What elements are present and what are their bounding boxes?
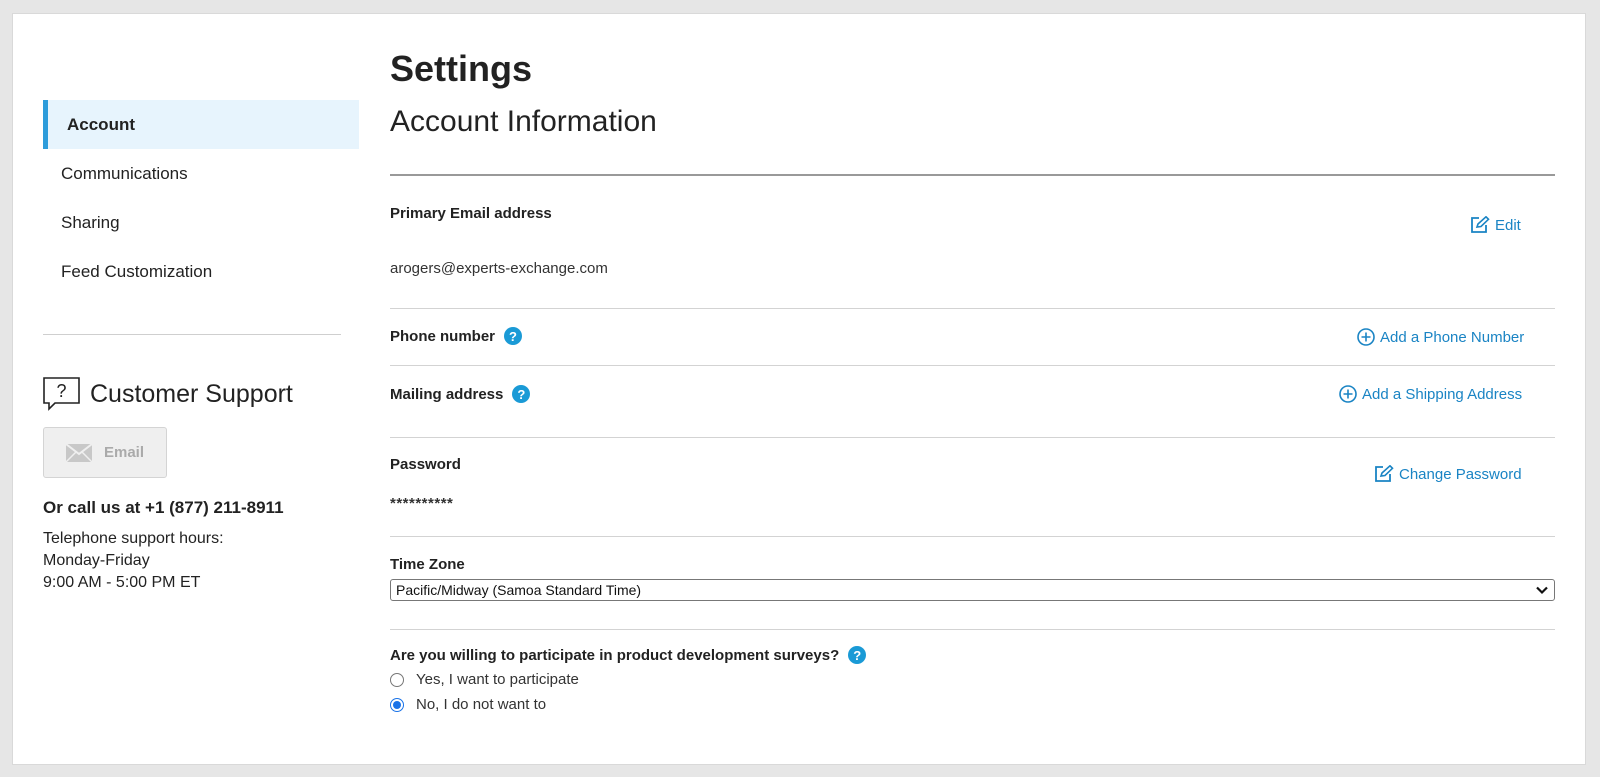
radio-button[interactable]	[390, 672, 404, 687]
sidebar-item-label: Communications	[61, 163, 188, 183]
hours-days: Monday-Friday	[43, 552, 150, 569]
sidebar-item-account[interactable]: Account	[43, 100, 359, 149]
help-icon[interactable]: ?	[512, 385, 531, 403]
mailing-label: Mailing address	[390, 385, 504, 403]
customer-support-heading: ? Customer Support	[43, 377, 293, 411]
add-phone-label: Add a Phone Number	[1380, 328, 1525, 346]
sidebar-item-communications[interactable]: Communications	[43, 149, 359, 198]
mailing-label-row: Mailing address ?	[390, 385, 531, 403]
sidebar-item-label: Sharing	[61, 212, 120, 232]
sidebar-item-label: Feed Customization	[61, 261, 213, 281]
divider	[390, 629, 1555, 630]
question-bubble-icon: ?	[43, 377, 80, 411]
email-label: Primary Email address	[390, 205, 552, 222]
svg-text:?: ?	[56, 381, 66, 401]
timezone-select[interactable]: Pacific/Midway (Samoa Standard Time)	[390, 579, 1555, 601]
add-shipping-label: Add a Shipping Address	[1362, 385, 1523, 403]
help-icon[interactable]: ?	[504, 327, 523, 345]
sidebar-item-label: Account	[67, 114, 135, 134]
survey-question: Are you willing to participate in produc…	[390, 646, 840, 664]
divider	[390, 308, 1555, 309]
edit-label: Edit	[1495, 216, 1521, 234]
change-password-label: Change Password	[1399, 465, 1522, 483]
edit-icon	[1471, 216, 1490, 233]
sidebar-divider	[43, 334, 341, 335]
add-phone-button[interactable]: Add a Phone Number	[1357, 328, 1524, 346]
sidebar-nav: Account Communications Sharing Feed Cust…	[43, 100, 359, 296]
hours-time: 9:00 AM - 5:00 PM ET	[43, 574, 201, 591]
divider	[390, 536, 1555, 537]
survey-option-no[interactable]: No, I do not want to	[390, 696, 546, 713]
sidebar-item-feed-customization[interactable]: Feed Customization	[43, 247, 359, 296]
sidebar-item-sharing[interactable]: Sharing	[43, 198, 359, 247]
support-phone: Or call us at +1 (877) 211-8911	[43, 498, 284, 517]
timezone-label: Time Zone	[390, 556, 465, 573]
page-title: Settings	[390, 48, 533, 89]
section-divider	[390, 174, 1555, 176]
help-icon[interactable]: ?	[848, 646, 867, 664]
edit-icon	[1375, 465, 1394, 482]
timezone-selected-value: Pacific/Midway (Samoa Standard Time)	[396, 582, 642, 598]
password-label: Password	[390, 456, 461, 473]
radio-label: No, I do not want to	[416, 696, 547, 713]
email-button-label: Email	[103, 444, 145, 461]
section-title: Account Information	[390, 105, 657, 138]
phone-label: Phone number	[390, 327, 496, 345]
divider	[390, 365, 1555, 366]
survey-question-row: Are you willing to participate in produc…	[390, 646, 867, 664]
support-hours: Telephone support hours: Monday-Friday 9…	[43, 528, 224, 594]
hours-label: Telephone support hours:	[43, 530, 224, 547]
customer-support-title: Customer Support	[90, 379, 293, 408]
plus-circle-icon	[1339, 385, 1357, 403]
change-password-button[interactable]: Change Password	[1374, 465, 1522, 483]
email-value: arogers@experts-exchange.com	[390, 260, 608, 277]
add-shipping-address-button[interactable]: Add a Shipping Address	[1339, 385, 1522, 403]
plus-circle-icon	[1357, 328, 1375, 346]
phone-label-row: Phone number ?	[390, 327, 523, 345]
radio-button-checked[interactable]	[390, 697, 404, 712]
edit-email-button[interactable]: Edit	[1470, 216, 1521, 234]
survey-option-yes[interactable]: Yes, I want to participate	[390, 671, 579, 688]
email-support-button[interactable]: Email	[43, 427, 167, 478]
envelope-icon	[65, 442, 92, 463]
divider	[390, 437, 1555, 438]
password-value: **********	[390, 495, 454, 512]
radio-label: Yes, I want to participate	[416, 671, 579, 688]
chevron-down-icon	[1536, 586, 1548, 595]
